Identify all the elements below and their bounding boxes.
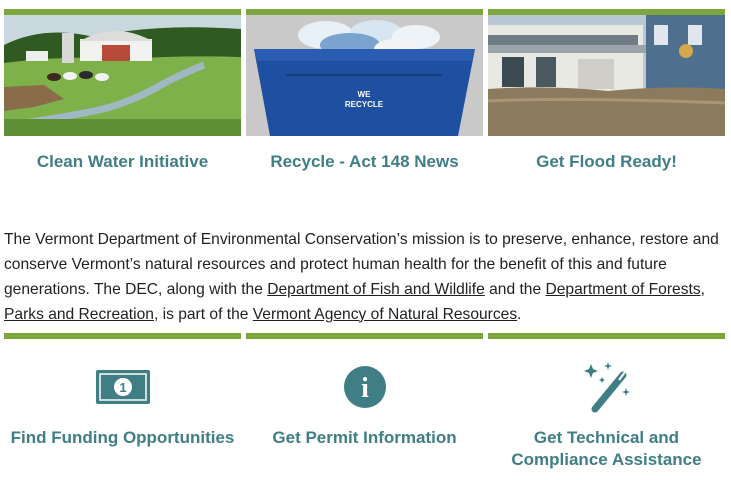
bin-text-2: RECYCLE	[345, 100, 384, 109]
mission-text: , is part of the	[153, 305, 253, 323]
flooded-street-photo[interactable]	[488, 15, 725, 136]
action-label[interactable]: Get Technical and Compliance Assistance	[488, 427, 725, 471]
mission-text: .	[517, 305, 522, 323]
info-circle-icon[interactable]: i	[246, 359, 483, 415]
feature-flood[interactable]: Get Flood Ready!	[488, 9, 725, 172]
bin-text-1: WE	[358, 90, 372, 99]
action-funding[interactable]: 1 Find Funding Opportunities	[4, 333, 241, 449]
accent-bar	[488, 333, 725, 339]
bill-glyph: 1	[119, 380, 126, 395]
action-technical[interactable]: Get Technical and Compliance Assistance	[488, 333, 725, 471]
action-label[interactable]: Get Permit Information	[246, 427, 483, 449]
farm-stream-photo[interactable]	[4, 15, 241, 136]
feature-recycle[interactable]: WE RECYCLE Recycle - Act 148 News	[246, 9, 483, 172]
feature-title[interactable]: Clean Water Initiative	[4, 152, 241, 172]
action-label[interactable]: Find Funding Opportunities	[4, 427, 241, 449]
link-agency-natural-resources[interactable]: Vermont Agency of Natural Resources	[253, 306, 517, 323]
accent-bar	[246, 333, 483, 339]
feature-clean-water[interactable]: Clean Water Initiative	[4, 9, 241, 172]
mission-text: and the	[484, 280, 546, 298]
info-glyph: i	[361, 373, 369, 404]
recycling-bin-photo[interactable]: WE RECYCLE	[246, 15, 483, 136]
feature-row: Clean Water Initiative WE RECYCLE Recycl…	[4, 9, 725, 179]
feature-title[interactable]: Get Flood Ready!	[488, 152, 725, 172]
action-permits[interactable]: i Get Permit Information	[246, 333, 483, 449]
action-row: 1 Find Funding Opportunities i Get Permi…	[4, 333, 725, 473]
magic-wand-icon[interactable]	[488, 359, 725, 415]
feature-title[interactable]: Recycle - Act 148 News	[246, 152, 483, 172]
mission-statement: The Vermont Department of Environmental …	[4, 227, 724, 327]
accent-bar	[4, 333, 241, 339]
link-fish-wildlife[interactable]: Department of Fish and Wildlife	[267, 281, 485, 298]
money-bill-icon[interactable]: 1	[4, 359, 241, 415]
